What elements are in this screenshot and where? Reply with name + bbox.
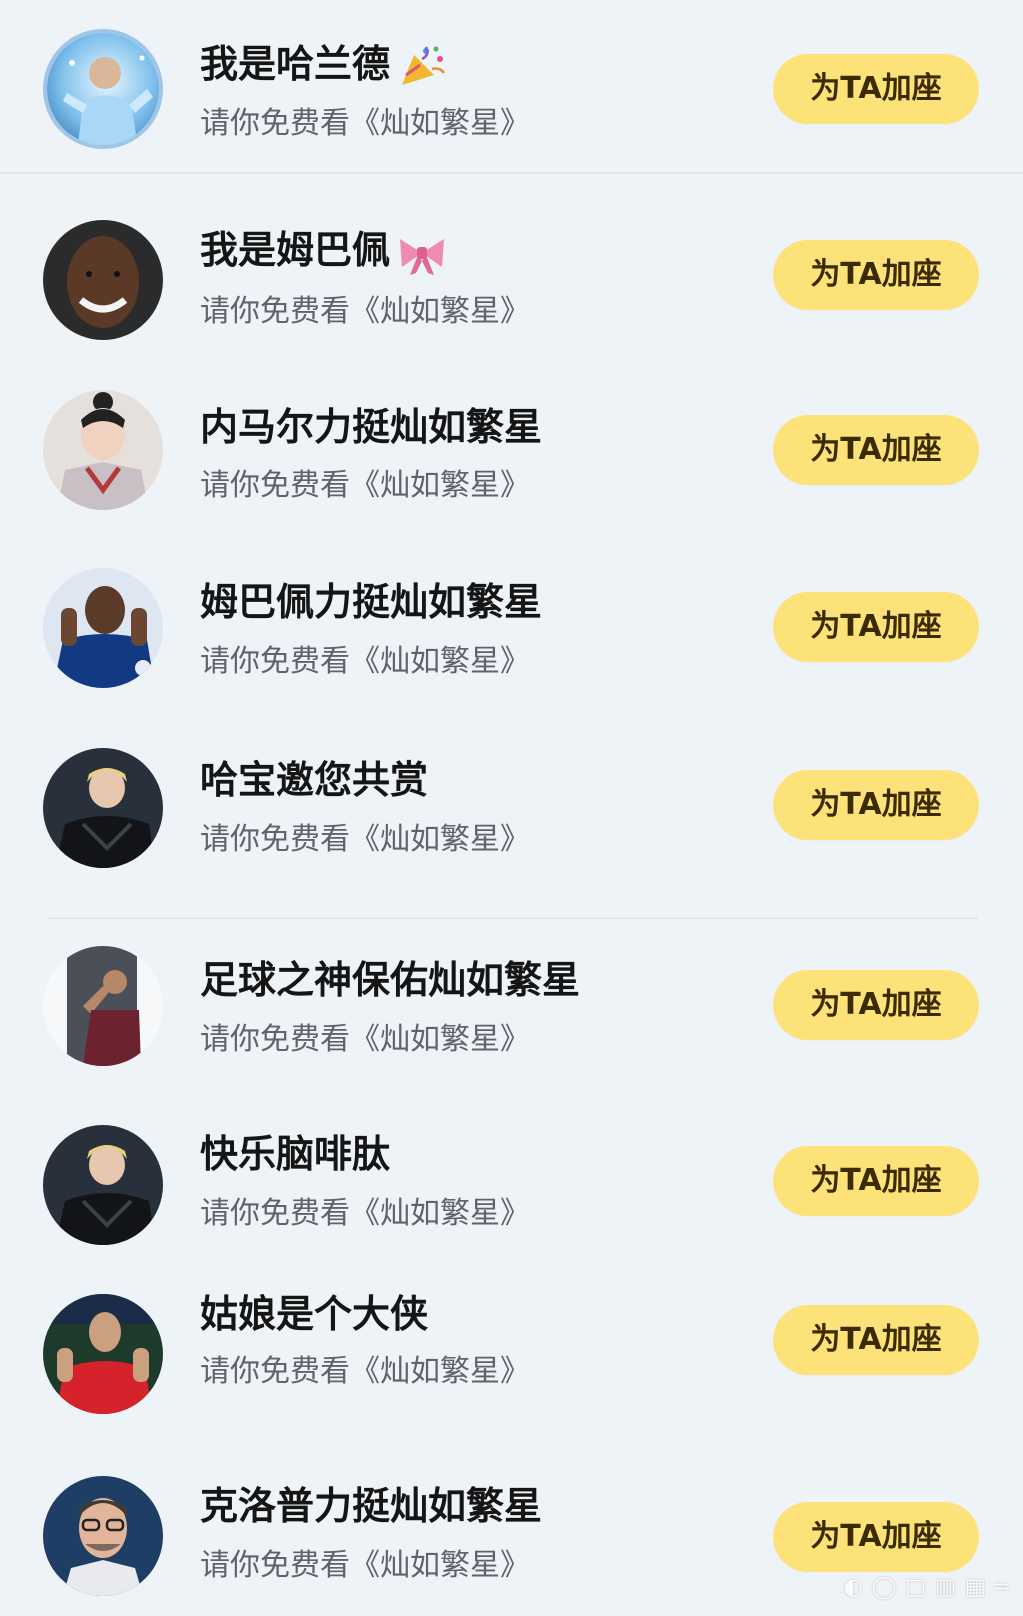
list-item: 足球之神保佑灿如繁星 请你免费看《灿如繁星》 为TA加座 <box>0 920 1023 1070</box>
avatar[interactable] <box>43 390 163 510</box>
avatar[interactable] <box>43 1476 163 1596</box>
item-subtitle: 请你免费看《灿如繁星》 <box>200 294 530 329</box>
add-seat-button[interactable]: 为TA加座 <box>773 1502 979 1572</box>
add-seat-button[interactable]: 为TA加座 <box>773 240 979 310</box>
add-seat-button[interactable]: 为TA加座 <box>773 1305 979 1375</box>
list-item: 我是姆巴佩 请你免费看《灿如繁星》 为TA加座 <box>0 200 1023 350</box>
add-seat-button[interactable]: 为TA加座 <box>773 970 979 1040</box>
player-avatar-image <box>47 33 159 145</box>
watermark: ◐ ◯ □ ▥ ▦ ═ <box>843 1575 1009 1600</box>
item-title: 快乐脑啡肽 <box>200 1132 391 1176</box>
divider <box>48 917 978 919</box>
avatar[interactable] <box>43 1294 163 1414</box>
item-name: 我是哈兰德 <box>200 42 391 86</box>
avatar[interactable] <box>43 220 163 340</box>
player-avatar-image <box>43 1294 163 1414</box>
item-title: 姆巴佩力挺灿如繁星 <box>200 580 543 624</box>
item-subtitle: 请你免费看《灿如繁星》 <box>200 822 530 857</box>
player-avatar-image <box>43 568 163 688</box>
item-title: 足球之神保佑灿如繁星 <box>200 958 581 1002</box>
list-item: 快乐脑啡肽 请你免费看《灿如繁星》 为TA加座 <box>0 1110 1023 1260</box>
list-item: 姆巴佩力挺灿如繁星 请你免费看《灿如繁星》 为TA加座 <box>0 560 1023 710</box>
divider <box>0 172 1023 174</box>
item-title: 克洛普力挺灿如繁星 <box>200 1484 543 1528</box>
item-name: 我是姆巴佩 <box>200 228 391 272</box>
item-title: 内马尔力挺灿如繁星 <box>200 405 543 449</box>
list-item: 我是哈兰德 请你免费看《灿如繁星》 为TA加座 <box>0 14 1023 164</box>
item-subtitle: 请你免费看《灿如繁星》 <box>200 644 530 679</box>
item-title: 姑娘是个大侠 <box>200 1292 429 1336</box>
item-subtitle: 请你免费看《灿如繁星》 <box>200 106 530 141</box>
player-avatar-image <box>43 946 163 1066</box>
player-avatar-image <box>43 390 163 510</box>
avatar[interactable] <box>43 568 163 688</box>
item-title: 我是哈兰德 <box>200 42 448 89</box>
add-seat-button[interactable]: 为TA加座 <box>773 770 979 840</box>
player-avatar-image <box>43 1125 163 1245</box>
player-avatar-image <box>43 220 163 340</box>
add-seat-button[interactable]: 为TA加座 <box>773 415 979 485</box>
avatar[interactable] <box>43 1125 163 1245</box>
avatar[interactable] <box>43 748 163 868</box>
item-title: 哈宝邀您共赏 <box>200 758 429 802</box>
list-item: 姑娘是个大侠 请你免费看《灿如繁星》 为TA加座 <box>0 1280 1023 1430</box>
add-seat-button[interactable]: 为TA加座 <box>773 1146 979 1216</box>
pink-bow-icon <box>400 238 445 275</box>
avatar[interactable] <box>43 946 163 1066</box>
party-popper-icon <box>402 45 446 85</box>
item-subtitle: 请你免费看《灿如繁星》 <box>200 1022 530 1057</box>
item-subtitle: 请你免费看《灿如繁星》 <box>200 1548 530 1583</box>
item-subtitle: 请你免费看《灿如繁星》 <box>200 468 530 503</box>
item-subtitle: 请你免费看《灿如繁星》 <box>200 1196 530 1231</box>
player-avatar-image <box>43 748 163 868</box>
item-subtitle: 请你免费看《灿如繁星》 <box>200 1354 530 1389</box>
avatar[interactable] <box>43 29 163 149</box>
list-item: 内马尔力挺灿如繁星 请你免费看《灿如繁星》 为TA加座 <box>0 380 1023 530</box>
item-title: 我是姆巴佩 <box>200 228 448 275</box>
list-item: 哈宝邀您共赏 请你免费看《灿如繁星》 为TA加座 <box>0 740 1023 890</box>
add-seat-button[interactable]: 为TA加座 <box>773 54 979 124</box>
add-seat-button[interactable]: 为TA加座 <box>773 592 979 662</box>
player-avatar-image <box>43 1476 163 1596</box>
seat-invite-list: 我是哈兰德 请你免费看《灿如繁星》 为TA加座 我是姆巴佩 请你免费看《灿如繁星… <box>0 0 1023 1616</box>
